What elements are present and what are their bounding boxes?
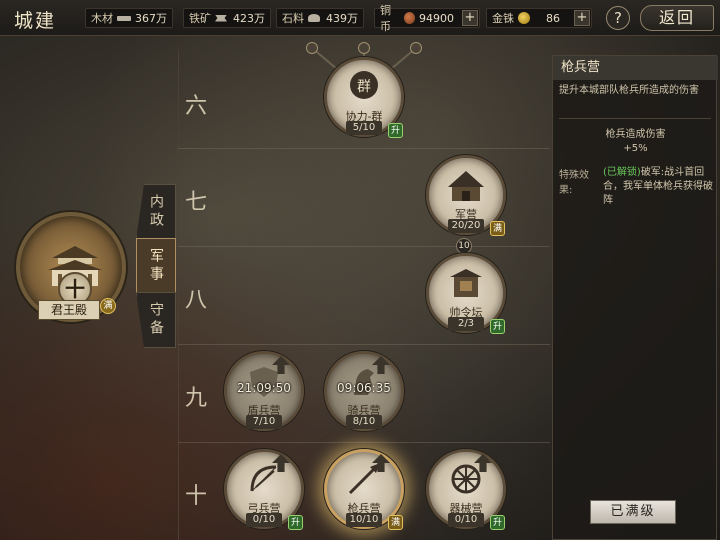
resource-copper: 铜币 94900 + bbox=[374, 4, 480, 33]
tier-label: 十 bbox=[184, 484, 207, 509]
resource-value: 367万 bbox=[135, 12, 167, 25]
node-level: 20/20 bbox=[448, 219, 484, 233]
resource-wood: 木材 367万 bbox=[85, 8, 173, 28]
unlocked-tag: (已解锁) bbox=[603, 167, 641, 178]
resource-label: 木材 bbox=[91, 12, 113, 25]
back-button[interactable]: 返回 bbox=[640, 5, 714, 31]
node-level: 10/10 bbox=[346, 513, 382, 527]
resource-value: 86 bbox=[546, 11, 560, 25]
clan-emblem-icon: 群 bbox=[350, 71, 378, 99]
node-level: 7/10 bbox=[246, 415, 282, 429]
command-altar-icon bbox=[450, 269, 482, 297]
tier-divider bbox=[178, 148, 550, 149]
resource-value: 94900 bbox=[419, 11, 454, 25]
resource-gold: 金铢 86 + bbox=[486, 8, 592, 28]
connector-pin bbox=[410, 42, 422, 54]
node-level: 2/3 bbox=[448, 317, 484, 331]
tier-label: 六 bbox=[184, 94, 207, 119]
node-level: 0/10 bbox=[246, 513, 282, 527]
resource-value: 423万 bbox=[233, 12, 265, 25]
resource-label: 铁矿 bbox=[189, 12, 211, 25]
tier-label: 七 bbox=[184, 190, 207, 215]
resource-stone: 石料 439万 bbox=[276, 8, 364, 28]
tier-divider bbox=[178, 442, 550, 443]
upgrade-badge: 升 bbox=[388, 123, 403, 138]
connector-pin bbox=[306, 42, 318, 54]
building-node-qiangbing[interactable]: 枪兵营 10/10 满 bbox=[324, 449, 404, 530]
special-effect-label: 特殊效果: bbox=[559, 170, 589, 196]
resource-label: 铜币 bbox=[380, 4, 391, 33]
wood-icon bbox=[117, 15, 131, 21]
upgrade-badge: 升 bbox=[490, 319, 505, 334]
upgrade-badge: 升 bbox=[490, 515, 505, 530]
resource-value: 439万 bbox=[326, 12, 358, 25]
building-info-panel: 枪兵营 提升本城部队枪兵所造成的伤害 枪兵造成伤害 +5% 特殊效果: (已解锁… bbox=[552, 55, 718, 540]
special-effect-text: (已解锁)破军:战斗首回合，我军单体枪兵获得破阵 bbox=[603, 166, 713, 208]
resource-label: 石料 bbox=[282, 12, 304, 25]
effect-value: +5% bbox=[623, 143, 648, 154]
max-badge: 满 bbox=[100, 298, 116, 314]
node-level: 8/10 bbox=[346, 415, 382, 429]
upgrade-timer: 09:06:35 bbox=[337, 381, 391, 395]
effect-name: 枪兵造成伤害 bbox=[605, 129, 666, 140]
add-gold-button[interactable]: + bbox=[574, 10, 590, 26]
node-level: 5/10 bbox=[346, 121, 382, 135]
tier-label: 八 bbox=[184, 288, 207, 313]
building-node-shuailingtan[interactable]: 帅令坛 2/3 升 bbox=[426, 253, 506, 334]
info-effect: 枪兵造成伤害 +5% bbox=[553, 128, 718, 156]
upgrade-badge: 升 bbox=[288, 515, 303, 530]
building-node-qixie[interactable]: 器械营 0/10 升 bbox=[426, 449, 506, 530]
iron-icon bbox=[215, 14, 227, 22]
tier-label: 九 bbox=[184, 386, 207, 411]
building-node-qibing[interactable]: 09:06:35 骑兵营 8/10 bbox=[324, 351, 404, 431]
node-level: 0/10 bbox=[448, 513, 484, 527]
stone-icon bbox=[308, 14, 320, 22]
copper-coin-icon bbox=[404, 12, 415, 24]
king-palace-label: 君王殿 bbox=[38, 300, 100, 320]
building-node-junying[interactable]: 军营 20/20 满 bbox=[426, 155, 506, 236]
max-level-button[interactable]: 已满级 bbox=[590, 500, 676, 524]
building-node-gongbing[interactable]: 弓兵营 0/10 升 bbox=[224, 449, 304, 530]
resource-iron: 铁矿 423万 bbox=[183, 8, 271, 28]
max-badge: 满 bbox=[388, 515, 403, 530]
info-description: 提升本城部队枪兵所造成的伤害 bbox=[559, 85, 699, 96]
info-title: 枪兵营 bbox=[553, 56, 718, 80]
building-node-dunbing[interactable]: 21:09:50 盾兵营 7/10 bbox=[224, 351, 304, 431]
barracks-tent-icon bbox=[448, 171, 484, 201]
divider bbox=[559, 118, 711, 119]
tab-military[interactable]: 军事 bbox=[136, 238, 176, 294]
top-bar: 城建 木材 367万 铁矿 423万 石料 439万 铜币 94900 + 金铢… bbox=[0, 0, 720, 36]
gold-coin-icon bbox=[518, 12, 530, 24]
building-node-xieli[interactable]: 群 协力-群 5/10 升 bbox=[324, 57, 404, 138]
resource-label: 金铢 bbox=[492, 12, 514, 25]
max-badge: 满 bbox=[490, 221, 505, 236]
connector-pin bbox=[358, 42, 370, 54]
upgrade-timer: 21:09:50 bbox=[237, 381, 291, 395]
help-button[interactable]: ? bbox=[606, 6, 630, 30]
svg-text:群: 群 bbox=[357, 79, 371, 95]
add-copper-button[interactable]: + bbox=[462, 10, 478, 26]
page-title: 城建 bbox=[14, 10, 57, 32]
tier-divider bbox=[178, 344, 550, 345]
tier-divider bbox=[178, 246, 550, 247]
